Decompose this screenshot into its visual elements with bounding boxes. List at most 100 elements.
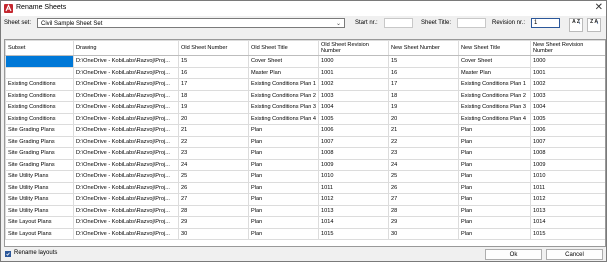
table-cell[interactable]: Site Grading Plans bbox=[5, 158, 74, 171]
table-cell[interactable]: D:\OneDrive - KobiLabs\Razvoj\Proj... bbox=[73, 112, 179, 125]
table-cell[interactable]: Master Plan bbox=[248, 66, 319, 79]
table-cell[interactable]: Master Plan bbox=[458, 66, 531, 79]
table-cell[interactable]: Plan bbox=[458, 227, 531, 240]
sheet-title-input[interactable] bbox=[457, 18, 486, 28]
table-row[interactable]: D:\OneDrive - KobiLabs\Razvoj\Proj... 15 C… bbox=[5, 55, 605, 68]
table-cell[interactable]: 18 bbox=[178, 89, 249, 102]
table-cell[interactable]: Existing Conditions bbox=[5, 89, 74, 102]
table-cell[interactable]: Plan bbox=[458, 193, 531, 206]
rename-layouts-checkbox[interactable] bbox=[5, 251, 11, 257]
table-cell[interactable]: Site Grading Plans bbox=[5, 135, 74, 148]
table-cell[interactable]: D:\OneDrive - KobiLabs\Razvoj\Proj... bbox=[73, 181, 179, 194]
table-cell[interactable]: 1007 bbox=[530, 135, 605, 148]
table-cell[interactable]: 21 bbox=[388, 124, 459, 137]
column-header[interactable]: Subset bbox=[5, 40, 74, 56]
table-cell[interactable]: 1004 bbox=[530, 101, 605, 114]
table-cell[interactable]: 16 bbox=[178, 66, 249, 79]
table-cell[interactable]: Plan bbox=[458, 204, 531, 217]
table-cell[interactable]: 1008 bbox=[318, 147, 389, 160]
table-row[interactable]: Site Grading Plans D:\OneDrive - KobiLabs… bbox=[5, 158, 605, 171]
table-cell[interactable]: D:\OneDrive - KobiLabs\Razvoj\Proj... bbox=[73, 216, 179, 229]
table-cell[interactable]: 1002 bbox=[530, 78, 605, 91]
table-cell[interactable]: D:\OneDrive - KobiLabs\Razvoj\Proj... bbox=[73, 204, 179, 217]
table-cell[interactable]: Existing Conditions Plan 3 bbox=[458, 101, 531, 114]
table-cell[interactable]: 1013 bbox=[318, 204, 389, 217]
table-cell[interactable]: 27 bbox=[388, 193, 459, 206]
table-cell[interactable]: 1015 bbox=[318, 227, 389, 240]
start-nr-input[interactable] bbox=[384, 18, 413, 28]
table-cell[interactable]: 24 bbox=[178, 158, 249, 171]
table-cell[interactable]: 1012 bbox=[318, 193, 389, 206]
table-cell[interactable]: 1003 bbox=[530, 89, 605, 102]
table-cell[interactable]: Existing Conditions bbox=[5, 78, 74, 91]
table-cell[interactable]: 19 bbox=[178, 101, 249, 114]
table-row[interactable]: Site Utility Plans D:\OneDrive - KobiLabs… bbox=[5, 170, 605, 183]
table-cell[interactable]: Site Utility Plans bbox=[5, 181, 74, 194]
table-cell[interactable]: 20 bbox=[388, 112, 459, 125]
table-cell[interactable]: D:\OneDrive - KobiLabs\Razvoj\Proj... bbox=[73, 124, 179, 137]
table-row[interactable]: Site Utility Plans D:\OneDrive - KobiLabs… bbox=[5, 204, 605, 217]
table-cell[interactable]: 1011 bbox=[318, 181, 389, 194]
table-cell[interactable]: 22 bbox=[178, 135, 249, 148]
table-row[interactable]: Site Layout Plans D:\OneDrive - KobiLabs\… bbox=[5, 227, 605, 240]
table-cell[interactable]: 1008 bbox=[530, 147, 605, 160]
table-cell[interactable]: 29 bbox=[178, 216, 249, 229]
table-row[interactable]: Site Grading Plans D:\OneDrive - KobiLabs… bbox=[5, 135, 605, 148]
table-cell[interactable]: Existing Conditions bbox=[5, 101, 74, 114]
table-row[interactable]: Site Utility Plans D:\OneDrive - KobiLabs… bbox=[5, 181, 605, 194]
table-row[interactable]: Site Grading Plans D:\OneDrive - KobiLabs… bbox=[5, 147, 605, 160]
table-cell[interactable]: D:\OneDrive - KobiLabs\Razvoj\Proj... bbox=[73, 89, 179, 102]
table-cell[interactable]: 29 bbox=[388, 216, 459, 229]
table-cell[interactable]: Plan bbox=[458, 135, 531, 148]
table-cell[interactable]: D:\OneDrive - KobiLabs\Razvoj\Proj... bbox=[73, 78, 179, 91]
table-cell[interactable]: 19 bbox=[388, 101, 459, 114]
table-cell[interactable]: Site Utility Plans bbox=[5, 204, 74, 217]
table-cell[interactable]: 22 bbox=[388, 135, 459, 148]
table-cell[interactable]: Site Utility Plans bbox=[5, 193, 74, 206]
table-cell[interactable]: Site Layout Plans bbox=[5, 227, 74, 240]
revision-nr-input[interactable]: 1 bbox=[531, 18, 560, 28]
table-cell[interactable]: Plan bbox=[248, 204, 319, 217]
sort-ascending-button[interactable]: A Z ↓ bbox=[569, 18, 583, 32]
table-cell[interactable]: Existing Conditions Plan 1 bbox=[248, 78, 319, 91]
table-cell[interactable]: Plan bbox=[248, 216, 319, 229]
table-cell[interactable]: D:\OneDrive - KobiLabs\Razvoj\Proj... bbox=[73, 158, 179, 171]
table-cell[interactable]: 28 bbox=[178, 204, 249, 217]
table-cell[interactable]: Plan bbox=[248, 193, 319, 206]
table-cell[interactable]: Existing Conditions Plan 4 bbox=[248, 112, 319, 125]
table-cell[interactable]: D:\OneDrive - KobiLabs\Razvoj\Proj... bbox=[73, 147, 179, 160]
table-row[interactable]: Site Grading Plans D:\OneDrive - KobiLabs… bbox=[5, 124, 605, 137]
table-cell[interactable]: 17 bbox=[388, 78, 459, 91]
table-cell[interactable]: 1002 bbox=[318, 78, 389, 91]
table-row[interactable]: D:\OneDrive - KobiLabs\Razvoj\Proj... 16 M… bbox=[5, 66, 605, 79]
table-cell[interactable]: 30 bbox=[388, 227, 459, 240]
table-cell[interactable]: Cover Sheet bbox=[248, 55, 319, 68]
table-cell[interactable]: Site Grading Plans bbox=[5, 147, 74, 160]
table-cell[interactable]: Plan bbox=[248, 170, 319, 183]
table-cell[interactable]: 24 bbox=[388, 158, 459, 171]
table-row[interactable]: Site Layout Plans D:\OneDrive - KobiLabs\… bbox=[5, 216, 605, 229]
table-cell[interactable]: Plan bbox=[248, 135, 319, 148]
table-cell[interactable]: 1010 bbox=[318, 170, 389, 183]
table-cell[interactable]: Plan bbox=[458, 147, 531, 160]
table-cell[interactable]: 17 bbox=[178, 78, 249, 91]
column-header[interactable]: Old Sheet Number bbox=[178, 40, 249, 56]
table-cell[interactable]: Existing Conditions Plan 3 bbox=[248, 101, 319, 114]
sort-descending-button[interactable]: Z A ↓ bbox=[587, 18, 601, 32]
table-cell[interactable]: 1006 bbox=[318, 124, 389, 137]
table-cell[interactable]: Cover Sheet bbox=[458, 55, 531, 68]
table-cell[interactable]: 1000 bbox=[530, 55, 605, 68]
table-cell[interactable]: Existing Conditions Plan 1 bbox=[458, 78, 531, 91]
table-cell[interactable]: 21 bbox=[178, 124, 249, 137]
table-cell[interactable]: 1004 bbox=[318, 101, 389, 114]
table-cell[interactable]: 1015 bbox=[530, 227, 605, 240]
table-cell[interactable]: D:\OneDrive - KobiLabs\Razvoj\Proj... bbox=[73, 66, 179, 79]
table-cell[interactable]: 1011 bbox=[530, 181, 605, 194]
table-cell[interactable]: Plan bbox=[458, 216, 531, 229]
table-cell[interactable]: 1005 bbox=[530, 112, 605, 125]
table-cell[interactable]: 1009 bbox=[530, 158, 605, 171]
table-cell[interactable]: Existing Conditions Plan 2 bbox=[458, 89, 531, 102]
table-cell[interactable]: 28 bbox=[388, 204, 459, 217]
table-cell[interactable]: 1014 bbox=[318, 216, 389, 229]
cancel-button[interactable]: Cancel bbox=[546, 249, 603, 260]
